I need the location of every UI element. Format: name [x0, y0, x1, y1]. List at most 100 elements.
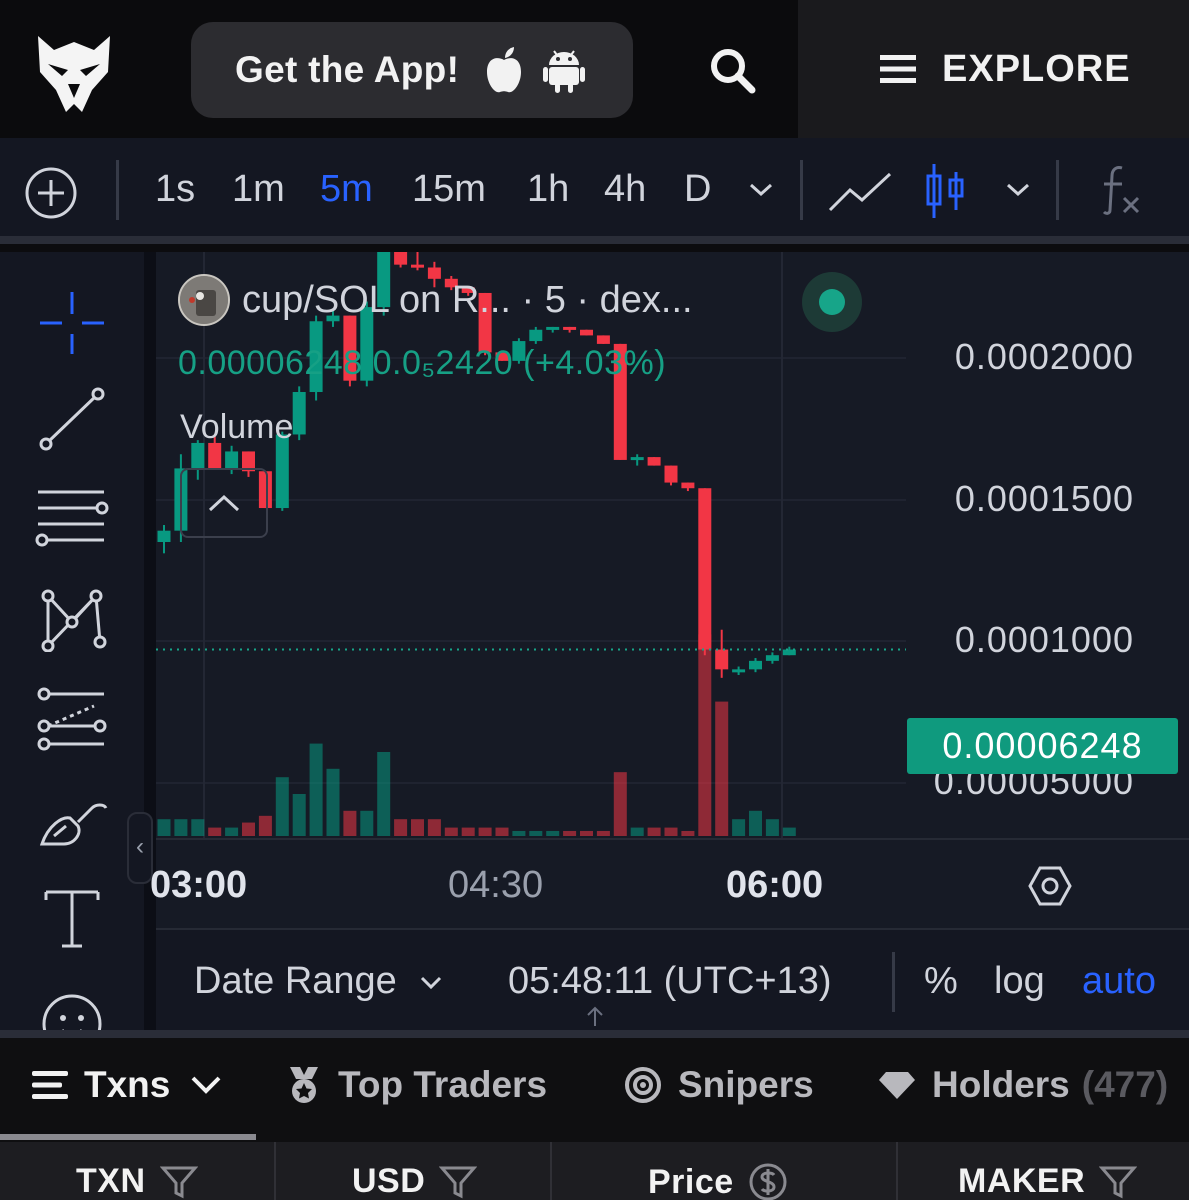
- volume-bar: [461, 827, 475, 836]
- explore-menu-button[interactable]: EXPLORE: [798, 0, 1189, 138]
- auto-scale-toggle[interactable]: auto: [1082, 960, 1156, 1003]
- date-range-button[interactable]: Date Range: [194, 960, 443, 1003]
- log-scale-toggle[interactable]: log: [994, 960, 1045, 1003]
- volume-bar: [698, 634, 712, 836]
- timeframe-dropdown-chevron-icon[interactable]: [748, 182, 774, 198]
- chart-toolbar: 1s 1m 5m 15m 1h 4h D: [0, 138, 1189, 244]
- volume-bar: [563, 830, 577, 836]
- column-header-maker[interactable]: MAKER: [958, 1162, 1138, 1200]
- filter-icon[interactable]: [1099, 1165, 1138, 1199]
- column-header-txn-label: TXN: [76, 1162, 146, 1200]
- volume-bar: [630, 827, 644, 836]
- drawing-tools-rail: [0, 252, 144, 1052]
- column-separator: [896, 1142, 898, 1200]
- token-avatar: [178, 274, 230, 326]
- tab-snipers-label: Snipers: [678, 1064, 814, 1105]
- candle-body: [647, 457, 661, 466]
- chart-type-dropdown-chevron-icon[interactable]: [1005, 182, 1031, 198]
- legend-change: 0.0₅2420 (+4.03%): [372, 344, 667, 382]
- toolbar-separator: [116, 160, 119, 220]
- search-icon[interactable]: [706, 44, 758, 96]
- explore-label: EXPLORE: [942, 47, 1131, 90]
- tab-top-traders-label: Top Traders: [338, 1064, 548, 1105]
- add-symbol-icon[interactable]: [24, 166, 78, 220]
- candle-body: [394, 252, 408, 265]
- candle-body: [732, 669, 746, 673]
- live-status-indicator: [802, 272, 862, 332]
- candle-body: [225, 451, 239, 469]
- target-icon: [625, 1067, 661, 1103]
- volume-bar: [275, 777, 289, 836]
- timeframe-15m[interactable]: 15m: [412, 168, 486, 211]
- volume-indicator-label[interactable]: Volume: [180, 408, 293, 447]
- filter-icon[interactable]: [439, 1165, 478, 1199]
- volume-bar: [242, 822, 255, 836]
- legend-price-change: 0.00006248 0.0₅2420 (+4.03%): [178, 344, 666, 383]
- candle-body: [411, 264, 424, 268]
- price-chart[interactable]: cup/SOL on R... · 5 · dex... 0.00006248 …: [156, 252, 1189, 924]
- volume-bar: [208, 827, 222, 836]
- volume-bar: [174, 819, 188, 836]
- column-header-price[interactable]: Price: [648, 1162, 788, 1200]
- data-tabs: Txns Top Traders Snipers Holders (477): [0, 1038, 1189, 1142]
- fib-retracement-tool-icon[interactable]: [34, 686, 110, 752]
- pattern-tool-icon[interactable]: [34, 586, 110, 652]
- horizontal-lines-tool-icon[interactable]: [34, 486, 110, 552]
- dollar-currency-toggle-icon[interactable]: [748, 1162, 788, 1200]
- volume-bar: [225, 827, 239, 836]
- get-the-app-button[interactable]: Get the App!: [191, 22, 633, 118]
- volume-bar: [613, 772, 627, 836]
- app-header: Get the App! EXPLORE: [0, 0, 1189, 138]
- timeframe-1s[interactable]: 1s: [155, 168, 195, 211]
- volume-bar: [765, 819, 779, 836]
- tab-snipers[interactable]: Snipers: [624, 1064, 814, 1106]
- tab-top-traders[interactable]: Top Traders: [286, 1064, 547, 1106]
- chevron-down-icon: [191, 1076, 221, 1094]
- column-header-maker-label: MAKER: [958, 1162, 1086, 1200]
- line-chart-type-icon[interactable]: [828, 170, 892, 214]
- timeframe-4h[interactable]: 4h: [604, 168, 646, 211]
- timeframe-1h[interactable]: 1h: [527, 168, 569, 211]
- volume-bar: [309, 743, 323, 836]
- timeframe-5m[interactable]: 5m: [320, 168, 373, 211]
- indicators-fx-icon[interactable]: [1098, 164, 1144, 216]
- date-range-label: Date Range: [194, 960, 397, 1002]
- volume-bar: [258, 815, 272, 836]
- tab-txns[interactable]: Txns: [32, 1064, 222, 1106]
- timeframe-1m[interactable]: 1m: [232, 168, 285, 211]
- clock-timezone[interactable]: 05:48:11 (UTC+13): [508, 960, 832, 1003]
- candle-body: [529, 329, 543, 342]
- chart-settings-hexagon-icon[interactable]: [1028, 864, 1072, 908]
- column-header-usd[interactable]: USD: [352, 1162, 478, 1200]
- y-axis-tick: 0.0001000: [954, 619, 1134, 660]
- candle-body: [765, 655, 779, 661]
- tab-holders[interactable]: Holders (477): [878, 1064, 1168, 1106]
- column-header-usd-label: USD: [352, 1162, 426, 1200]
- volume-bar: [478, 827, 492, 836]
- text-tool-icon[interactable]: [34, 886, 110, 952]
- time-axis[interactable]: 03:00 04:30 06:00: [150, 838, 1189, 928]
- candle-body: [681, 482, 695, 489]
- brush-tool-icon[interactable]: [34, 786, 110, 852]
- volume-bar: [782, 827, 796, 836]
- percent-scale-toggle[interactable]: %: [924, 960, 958, 1003]
- symbol-title[interactable]: cup/SOL on R... · 5 · dex...: [242, 279, 693, 322]
- cup-token-image-icon: [180, 276, 228, 324]
- chevron-up-icon: [208, 494, 240, 512]
- volume-bar: [732, 819, 746, 836]
- eagle-logo-icon[interactable]: [34, 28, 114, 118]
- timeframe-d[interactable]: D: [684, 168, 711, 211]
- y-axis-tick: 0.0001500: [954, 478, 1134, 519]
- volume-bar: [343, 810, 357, 836]
- candle-body: [580, 329, 593, 336]
- crosshair-tool-icon[interactable]: [34, 290, 110, 356]
- volume-bar: [596, 830, 610, 836]
- column-header-txn[interactable]: TXN: [76, 1162, 198, 1200]
- collapse-indicators-button[interactable]: [180, 468, 268, 538]
- tab-holders-label: Holders: [932, 1064, 1070, 1105]
- trend-line-tool-icon[interactable]: [34, 386, 110, 452]
- y-axis-tick: 0.0002000: [954, 336, 1134, 377]
- toolbar-separator: [800, 160, 803, 220]
- filter-icon[interactable]: [159, 1165, 198, 1199]
- candlestick-chart-type-icon[interactable]: [924, 162, 966, 220]
